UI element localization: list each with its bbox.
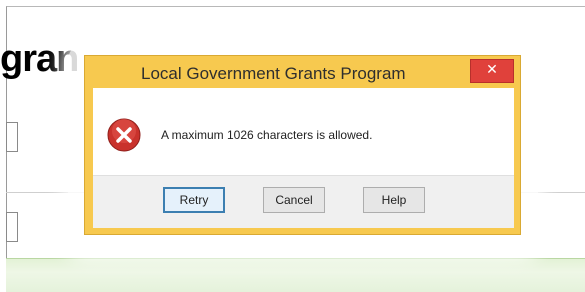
cancel-button[interactable]: Cancel — [263, 187, 325, 213]
dialog-message: A maximum 1026 characters is allowed. — [161, 128, 373, 142]
dialog-body: A maximum 1026 characters is allowed. Re… — [93, 88, 514, 228]
dialog-footer: Retry Cancel Help — [93, 175, 514, 228]
status-strip — [6, 258, 585, 292]
close-icon: ✕ — [486, 62, 498, 78]
form-field[interactable] — [6, 122, 18, 152]
close-button[interactable]: ✕ — [470, 59, 514, 83]
page-title: gran — [0, 38, 79, 80]
help-button[interactable]: Help — [363, 187, 425, 213]
error-icon — [107, 118, 141, 152]
form-field[interactable] — [6, 212, 18, 242]
retry-button[interactable]: Retry — [163, 187, 225, 213]
dialog-title: Local Government Grants Program — [141, 64, 406, 83]
error-dialog: Local Government Grants Program ✕ A maxi… — [84, 55, 521, 235]
